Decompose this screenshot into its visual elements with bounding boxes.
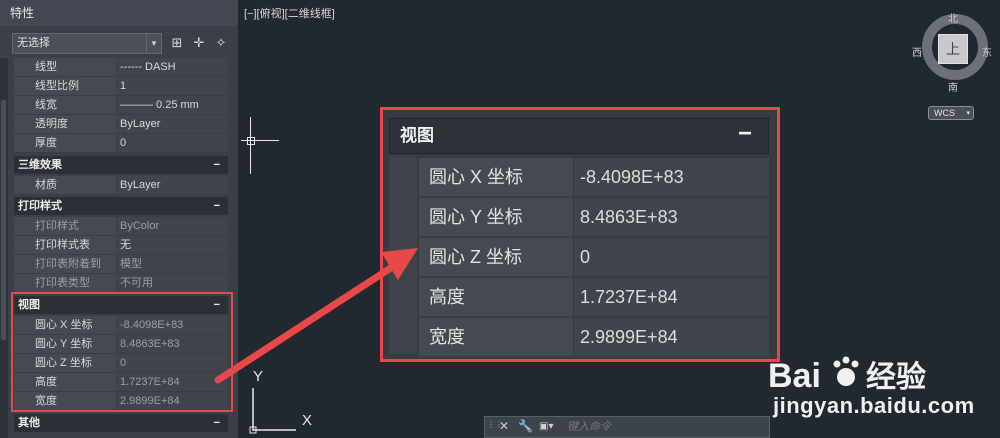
prop-row-plot-style[interactable]: 打印样式 ByColor (14, 217, 228, 236)
prop-label: 材质 (14, 176, 116, 195)
viewcube-top-face[interactable]: 上 (938, 34, 968, 64)
properties-palette: 特性 无选择 ▼ ⊞ ✛ ✧ 线型 ------ DASH 线型比例 1 线宽 … (0, 0, 238, 438)
callout-section-view: 视图 − (389, 118, 769, 154)
collapse-icon[interactable]: − (214, 414, 220, 432)
selection-value: 无选择 (17, 37, 50, 49)
callout-side-strip (389, 156, 417, 354)
prop-label: 厚度 (14, 134, 116, 153)
prop-label: 透明度 (14, 115, 116, 134)
select-objects-icon[interactable]: ✛ (191, 35, 207, 51)
prop-row-lineweight[interactable]: 线宽 ——— 0.25 mm (14, 96, 228, 115)
prop-label: 圆心 Z 坐标 (419, 238, 573, 277)
zoomed-callout: 视图 − 圆心 X 坐标 -8.4098E+83 圆心 Y 坐标 8.4863E… (380, 107, 780, 362)
section-title: 三维效果 (18, 159, 62, 171)
palette-title: 特性 (0, 0, 238, 26)
prop-row-plot-table-attached[interactable]: 打印表附着到 模型 (14, 255, 228, 274)
baidu-jingyan-logo: Bai 经验 (768, 356, 926, 395)
collapse-icon: − (737, 120, 752, 147)
crosshair-pickbox (247, 137, 255, 145)
prop-value: ——— 0.25 mm (117, 96, 228, 115)
crosshair-vertical (250, 117, 251, 174)
callout-row-center-y: 圆心 Y 坐标 8.4863E+83 (419, 198, 769, 237)
prop-row-plot-style-table[interactable]: 打印样式表 无 (14, 236, 228, 255)
prop-row-thickness[interactable]: 厚度 0 (14, 134, 228, 153)
highlight-box-palette (11, 292, 233, 412)
callout-row-center-x: 圆心 X 坐标 -8.4098E+83 (419, 158, 769, 197)
compass-north[interactable]: 北 (948, 10, 958, 25)
prop-row-linetype-scale[interactable]: 线型比例 1 (14, 77, 228, 96)
prop-row-linetype[interactable]: 线型 ------ DASH (14, 58, 228, 77)
prop-row-material[interactable]: 材质 ByLayer (14, 176, 228, 195)
section-3d-effects[interactable]: 三维效果 − (14, 156, 228, 174)
section-misc[interactable]: 其他 − (14, 414, 228, 432)
prop-label: 线型 (14, 58, 116, 77)
command-input[interactable] (561, 418, 761, 436)
prop-label: 打印表附着到 (14, 255, 116, 274)
callout-row-height: 高度 1.7237E+84 (419, 278, 769, 317)
command-prompt-icon[interactable]: ▣▾ (539, 421, 553, 432)
prop-value: 1 (117, 77, 228, 96)
collapse-icon[interactable]: − (214, 197, 220, 215)
prop-label: 高度 (419, 278, 573, 317)
prop-value: 不可用 (117, 274, 228, 293)
compass-east[interactable]: 东 (982, 44, 992, 59)
callout-row-center-z: 圆心 Z 坐标 0 (419, 238, 769, 277)
selection-dropdown[interactable]: 无选择 ▼ (12, 33, 162, 54)
prop-label: 打印表类型 (14, 274, 116, 293)
prop-label: 圆心 Y 坐标 (419, 198, 573, 237)
prop-value: 8.4863E+83 (574, 198, 769, 237)
command-line[interactable]: ⋮⋮ ✕ 🔧 ▣▾ (484, 416, 770, 438)
watermark-url: jingyan.baidu.com (773, 393, 975, 418)
section-plot-style[interactable]: 打印样式 − (14, 197, 228, 215)
prop-row-transparency[interactable]: 透明度 ByLayer (14, 115, 228, 134)
prop-value: -8.4098E+83 (574, 158, 769, 197)
grip-icon[interactable]: ⋮⋮ (487, 421, 503, 435)
close-icon[interactable]: ✕ (499, 419, 509, 433)
chevron-down-icon: ▾ (966, 110, 970, 117)
prop-value: 模型 (117, 255, 228, 274)
ucs-y-label: Y (253, 368, 264, 385)
chevron-down-icon[interactable]: ▼ (146, 34, 161, 53)
prop-value: 0 (117, 134, 228, 153)
svg-text:Bai: Bai (768, 357, 821, 395)
palette-scrollbar[interactable] (1, 100, 6, 340)
svg-text:经验: 经验 (866, 360, 926, 395)
wcs-menu[interactable]: WCS ▾ (928, 106, 974, 120)
prop-value: ByLayer (117, 176, 228, 195)
prop-value: ByLayer (117, 115, 228, 134)
section-title: 视图 (400, 126, 434, 145)
prop-label: 圆心 X 坐标 (419, 158, 573, 197)
viewport-controls-label[interactable]: [−][俯视][二维线框] (244, 5, 335, 21)
prop-value: 2.9899E+84 (574, 318, 769, 357)
section-title: 其他 (18, 417, 40, 429)
prop-value: ByColor (117, 217, 228, 236)
quick-select-icon[interactable]: ✧ (213, 35, 229, 51)
prop-label: 线宽 (14, 96, 116, 115)
prop-value: 0 (574, 238, 769, 277)
prop-value: 无 (117, 236, 228, 255)
callout-row-width: 宽度 2.9899E+84 (419, 318, 769, 357)
prop-row-plot-table-type[interactable]: 打印表类型 不可用 (14, 274, 228, 293)
prop-label: 打印样式 (14, 217, 116, 236)
wrench-icon[interactable]: 🔧 (518, 419, 533, 433)
section-title: 打印样式 (18, 200, 62, 212)
prop-label: 线型比例 (14, 77, 116, 96)
compass-west[interactable]: 西 (912, 44, 922, 59)
prop-label: 宽度 (419, 318, 573, 357)
prop-value: ------ DASH (117, 58, 228, 77)
collapse-icon[interactable]: − (214, 156, 220, 174)
prop-label: 打印样式表 (14, 236, 116, 255)
toggle-pickadd-icon[interactable]: ⊞ (169, 35, 185, 51)
prop-value: 1.7237E+84 (574, 278, 769, 317)
compass-south[interactable]: 南 (948, 79, 958, 94)
wcs-label: WCS (934, 108, 955, 118)
ucs-x-label: X (302, 412, 313, 429)
